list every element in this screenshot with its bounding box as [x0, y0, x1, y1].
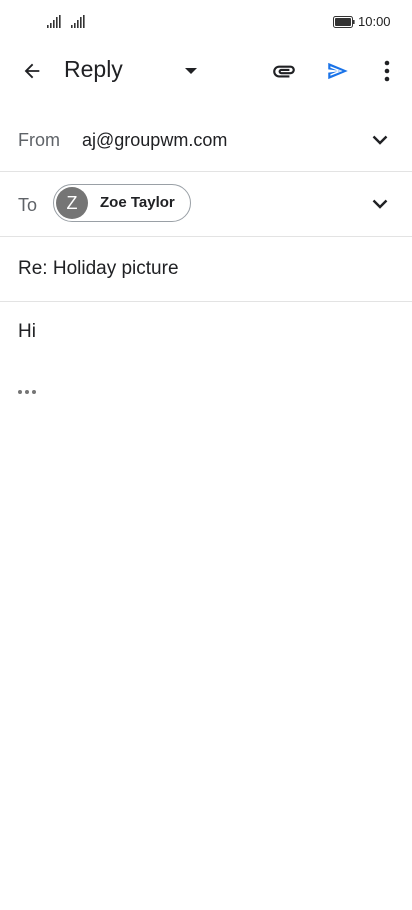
- subject-field[interactable]: Re: Holiday picture: [18, 258, 179, 280]
- more-vert-icon: [384, 60, 390, 82]
- chevron-down-icon: [372, 135, 388, 145]
- recipient-chip[interactable]: Z Zoe Taylor: [53, 184, 191, 222]
- avatar: Z: [56, 187, 88, 219]
- from-expand-button[interactable]: [366, 126, 394, 154]
- send-icon: [328, 62, 348, 80]
- to-row: To Z Zoe Taylor: [0, 172, 412, 237]
- from-label: From: [18, 130, 60, 150]
- back-button[interactable]: [12, 51, 52, 91]
- app-bar: Reply: [0, 44, 412, 100]
- show-quoted-text-button[interactable]: [16, 384, 38, 400]
- from-row: From aj@groupwm.com: [0, 108, 412, 172]
- compose-screen: 10:00 Reply From aj@groupwm.com To Z Zoe…: [0, 0, 412, 910]
- subject-row[interactable]: Re: Holiday picture: [0, 237, 412, 302]
- arrow-left-icon: [24, 63, 40, 79]
- signal-icon: [71, 15, 85, 28]
- send-button[interactable]: [318, 51, 358, 91]
- page-title: Reply: [64, 56, 123, 82]
- attach-button[interactable]: [264, 51, 304, 91]
- reply-type-dropdown[interactable]: [171, 51, 211, 91]
- battery-icon: [333, 16, 355, 28]
- caret-down-icon: [185, 68, 197, 74]
- more-options-button[interactable]: [367, 51, 407, 91]
- status-time: 10:00: [358, 14, 391, 29]
- body-field[interactable]: Hi: [18, 321, 36, 343]
- to-expand-button[interactable]: [366, 190, 394, 218]
- from-account[interactable]: aj@groupwm.com: [82, 130, 227, 151]
- signal-icon: [47, 15, 61, 28]
- chevron-down-icon: [372, 199, 388, 209]
- status-bar: 10:00: [0, 0, 412, 44]
- paperclip-icon: [273, 65, 295, 78]
- ellipsis-icon: [18, 390, 36, 394]
- recipient-name: Zoe Taylor: [100, 194, 175, 211]
- to-label: To: [18, 195, 38, 215]
